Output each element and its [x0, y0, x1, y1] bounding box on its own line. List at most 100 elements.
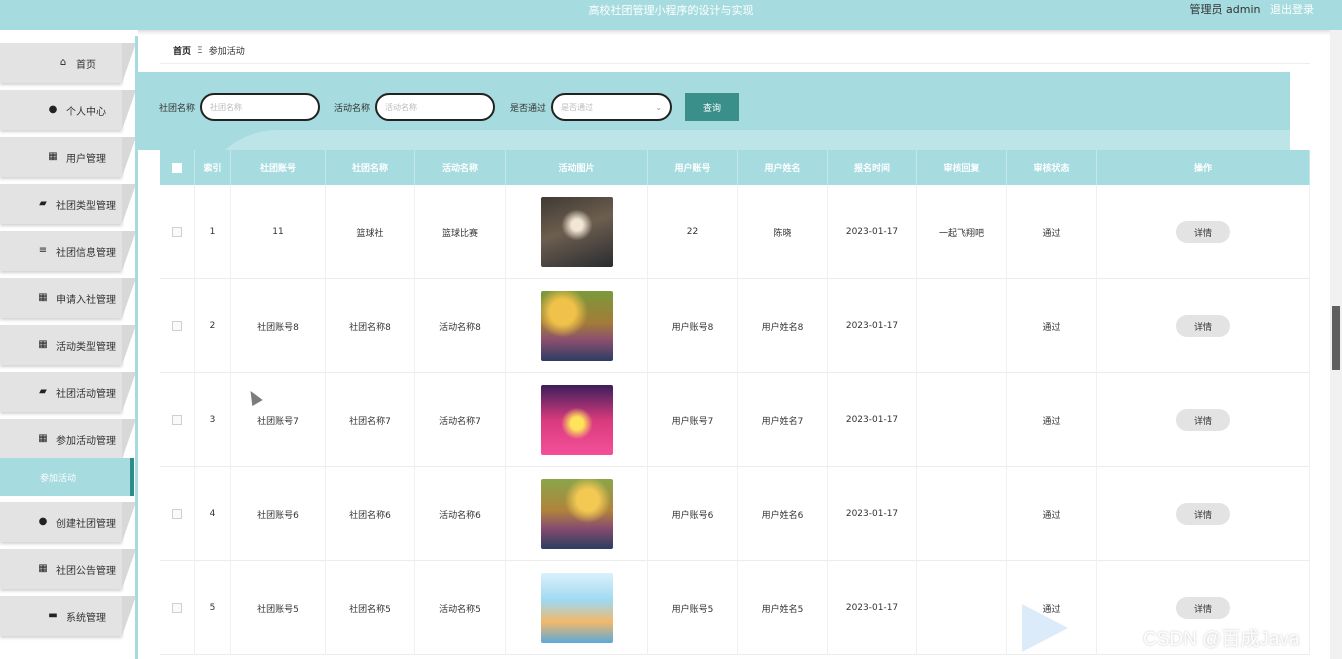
- sidebar-subitem-join-activity[interactable]: 参加活动: [0, 458, 134, 496]
- breadcrumb-separator-icon: Ξ: [197, 45, 203, 56]
- cell-user-account: 用户账号5: [648, 561, 738, 655]
- activity-name-field: 活动名称 活动名称: [334, 93, 496, 121]
- cell-club-account: 社团账号6: [231, 467, 326, 561]
- briefcase-icon: ▰: [39, 386, 47, 397]
- table-row: 5 社团账号5 社团名称5 活动名称5 用户账号5 用户姓名5 2023-01-…: [160, 561, 1310, 655]
- club-name-label: 社团名称: [159, 103, 196, 114]
- cell-signup-time: 2023-01-17: [828, 467, 917, 561]
- activity-image[interactable]: [540, 479, 613, 549]
- sidebar-item-label: 社团活动管理: [56, 388, 116, 400]
- column-header: 社团名称: [326, 150, 415, 185]
- sidebar-item-label: 社团类型管理: [56, 200, 116, 212]
- sidebar-item-join-requests[interactable]: ▦ 申请入社管理: [0, 278, 137, 318]
- cell-index: 3: [195, 373, 231, 467]
- activity-image[interactable]: [540, 385, 613, 455]
- pin-icon: ●: [38, 516, 48, 527]
- select-all-cell: [160, 150, 195, 185]
- cell-index: 5: [195, 561, 231, 655]
- cell-review-status: 通过: [1007, 467, 1097, 561]
- column-header: 索引: [195, 150, 231, 185]
- breadcrumb: 首页 Ξ 参加活动: [160, 38, 1310, 64]
- approved-field: 是否通过 是否通过 ⌄: [510, 93, 673, 121]
- sidebar-item-label: 个人中心: [66, 106, 106, 118]
- grid-icon: ▦: [38, 433, 48, 444]
- table-row: 4 社团账号6 社团名称6 活动名称6 用户账号6 用户姓名6 2023-01-…: [160, 467, 1310, 561]
- cell-index: 2: [195, 279, 231, 373]
- sidebar-item-activity-types[interactable]: ▦ 活动类型管理: [0, 325, 137, 365]
- detail-button[interactable]: 详情: [1176, 221, 1230, 243]
- approved-select[interactable]: 是否通过 ⌄: [551, 93, 673, 121]
- row-checkbox[interactable]: [172, 321, 182, 331]
- cell-signup-time: 2023-01-17: [828, 185, 917, 279]
- sidebar-item-label: 创建社团管理: [56, 518, 116, 530]
- cell-club-name: 篮球社: [326, 185, 415, 279]
- cell-signup-time: 2023-01-17: [828, 561, 917, 655]
- cell-club-account: 社团账号8: [231, 279, 326, 373]
- page-scrollbar[interactable]: [1330, 30, 1342, 659]
- sidebar-item-announcements[interactable]: ▦ 社团公告管理: [0, 549, 137, 589]
- table-header: 索引 社团账号 社团名称 活动名称 活动图片 用户账号 用户姓名 报名时间 审核…: [160, 150, 1310, 185]
- table-row: 2 社团账号8 社团名称8 活动名称8 用户账号8 用户姓名8 2023-01-…: [160, 279, 1310, 373]
- sidebar: ⌂ 首页 ● 个人中心 ▦ 用户管理 ▰ 社团类型管理 ≡ 社团信息管理 ▦ 申请入社管理 …: [0, 30, 138, 659]
- sidebar-item-system[interactable]: ▬ 系统管理: [0, 596, 137, 636]
- cell-activity-name: 活动名称6: [415, 467, 506, 561]
- sidebar-item-club-info[interactable]: ≡ 社团信息管理: [0, 231, 137, 271]
- row-checkbox[interactable]: [172, 603, 182, 613]
- cell-club-account: 11: [231, 185, 326, 279]
- detail-button[interactable]: 详情: [1176, 409, 1230, 431]
- cell-index: 4: [195, 467, 231, 561]
- query-button[interactable]: 查询: [685, 93, 739, 121]
- activity-image[interactable]: [540, 291, 613, 361]
- sidebar-item-profile[interactable]: ● 个人中心: [0, 90, 137, 130]
- detail-button[interactable]: 详情: [1176, 597, 1230, 619]
- row-checkbox[interactable]: [172, 509, 182, 519]
- table-row: 3 社团账号7 社团名称7 活动名称7 用户账号7 用户姓名7 2023-01-…: [160, 373, 1310, 467]
- home-icon: ⌂: [59, 57, 67, 68]
- approved-select-value: 是否通过: [561, 102, 594, 112]
- sidebar-item-create-club[interactable]: ● 创建社团管理: [0, 502, 137, 542]
- column-header: 活动名称: [415, 150, 506, 185]
- monitor-icon: ▬: [48, 610, 58, 621]
- detail-button[interactable]: 详情: [1176, 503, 1230, 525]
- sidebar-item-label: 活动类型管理: [56, 341, 116, 353]
- panel-wave-decoration: [198, 130, 1290, 150]
- list-icon: ≡: [38, 245, 48, 256]
- club-name-field: 社团名称 社团名称: [159, 93, 321, 121]
- cell-activity-name: 篮球比赛: [415, 185, 506, 279]
- row-checkbox[interactable]: [172, 227, 182, 237]
- breadcrumb-home[interactable]: 首页: [173, 44, 191, 57]
- sidebar-item-club-types[interactable]: ▰ 社团类型管理: [0, 184, 137, 224]
- club-name-input[interactable]: 社团名称: [200, 93, 321, 121]
- admin-label: 管理员 admin: [1189, 3, 1261, 16]
- cell-signup-time: 2023-01-17: [828, 279, 917, 373]
- row-checkbox[interactable]: [172, 415, 182, 425]
- activity-image[interactable]: [540, 573, 613, 643]
- cell-club-account: 社团账号7: [231, 373, 326, 467]
- cell-review-status: 通过: [1007, 279, 1097, 373]
- activity-image[interactable]: [540, 197, 613, 267]
- cell-user-name: 用户姓名7: [738, 373, 828, 467]
- cell-user-account: 用户账号7: [648, 373, 738, 467]
- user-icon: ●: [48, 104, 58, 115]
- cell-review-reply: [917, 279, 1007, 373]
- logout-link[interactable]: 退出登录: [1270, 3, 1314, 16]
- cell-user-account: 22: [648, 185, 738, 279]
- cell-club-name: 社团名称6: [326, 467, 415, 561]
- activity-name-input[interactable]: 活动名称: [375, 93, 496, 121]
- user-area: 管理员 admin 退出登录: [1190, 1, 1314, 17]
- select-all-checkbox[interactable]: [172, 162, 182, 173]
- cell-signup-time: 2023-01-17: [828, 373, 917, 467]
- grid-icon: ▦: [38, 292, 48, 303]
- sidebar-item-home[interactable]: ⌂ 首页: [0, 43, 137, 83]
- table-row: 1 11 篮球社 篮球比赛 22 陈晓 2023-01-17 一起飞翔吧 通过 …: [160, 185, 1310, 279]
- detail-button[interactable]: 详情: [1176, 315, 1230, 337]
- column-header: 用户姓名: [738, 150, 828, 185]
- cell-activity-name: 活动名称8: [415, 279, 506, 373]
- cell-club-name: 社团名称5: [326, 561, 415, 655]
- cell-index: 1: [195, 185, 231, 279]
- sidebar-item-users[interactable]: ▦ 用户管理: [0, 137, 137, 177]
- scrollbar-thumb[interactable]: [1332, 306, 1340, 370]
- sidebar-item-club-activities[interactable]: ▰ 社团活动管理: [0, 372, 137, 412]
- grid-icon: ▦: [38, 339, 48, 350]
- sidebar-item-join-activities[interactable]: ▦ 参加活动管理: [0, 419, 137, 459]
